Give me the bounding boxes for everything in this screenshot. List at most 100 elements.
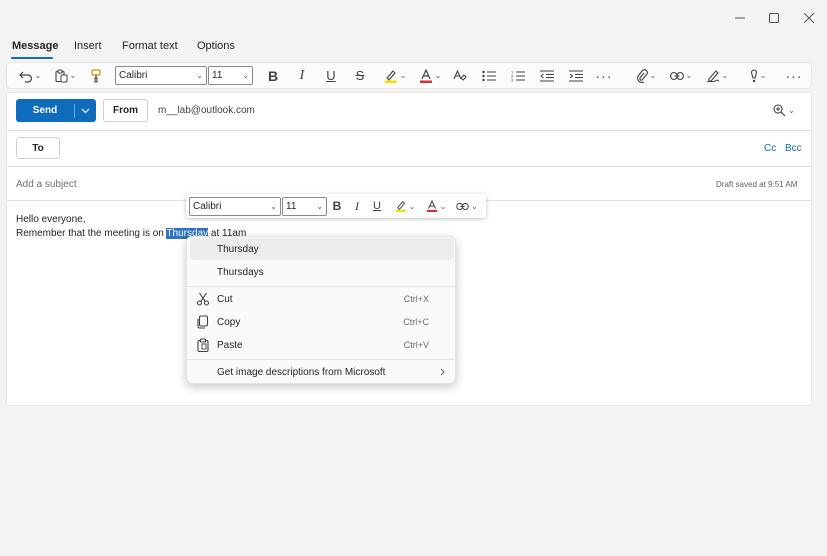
- chevron-down-icon: ⌄: [434, 71, 442, 80]
- numbering-button[interactable]: 123: [509, 63, 527, 88]
- paste-icon: [55, 69, 68, 82]
- chevron-down-icon: ⌄: [439, 201, 447, 211]
- chevron-right-icon: [440, 368, 445, 376]
- font-color-icon: [419, 68, 432, 83]
- tab-options[interactable]: Options: [197, 40, 235, 52]
- minimize-icon: [735, 17, 745, 19]
- menu-item-label: Thursday: [217, 243, 259, 255]
- font-size-value: 11: [212, 70, 223, 81]
- context-menu: Thursday Thursdays Cut Ctrl+X Copy Ctrl+…: [186, 236, 457, 384]
- underline-icon[interactable]: U: [369, 194, 385, 218]
- menu-item-label: Copy: [217, 316, 241, 328]
- italic-icon[interactable]: I: [349, 194, 365, 218]
- chevron-down-icon: ⌄: [242, 71, 249, 80]
- send-button[interactable]: Send: [16, 99, 96, 122]
- menu-divider: [187, 359, 457, 360]
- svg-text:3: 3: [511, 77, 514, 82]
- menu-item-paste[interactable]: Paste Ctrl+V: [187, 334, 457, 356]
- decrease-indent-button[interactable]: [538, 63, 556, 88]
- decrease-indent-icon: [540, 69, 554, 82]
- maximize-button[interactable]: [763, 8, 785, 28]
- bullets-button[interactable]: [480, 63, 498, 88]
- font-size-select[interactable]: 11 ⌄: [208, 66, 253, 85]
- font-color-button[interactable]: ⌄: [422, 194, 450, 218]
- highlight-button[interactable]: ⌄: [380, 63, 410, 88]
- signature-button[interactable]: ⌄: [702, 63, 732, 88]
- menu-item-image-descriptions[interactable]: Get image descriptions from Microsoft: [187, 361, 457, 383]
- mini-font-size-select[interactable]: 11 ⌄: [282, 197, 327, 216]
- chevron-down-icon: ⌄: [270, 202, 277, 211]
- attach-button[interactable]: ⌄: [631, 63, 661, 88]
- bold-icon[interactable]: B: [264, 63, 282, 88]
- menu-item-label: Paste: [217, 339, 243, 351]
- subject-input[interactable]: Add a subject: [16, 179, 77, 190]
- send-options-chevron[interactable]: [75, 108, 96, 114]
- mini-font-name-select[interactable]: Calibri ⌄: [189, 197, 281, 216]
- font-name-value: Calibri: [193, 201, 222, 212]
- bold-icon[interactable]: B: [329, 194, 345, 218]
- menu-item-copy[interactable]: Copy Ctrl+C: [187, 311, 457, 333]
- close-button[interactable]: [798, 8, 820, 28]
- font-color-button[interactable]: ⌄: [416, 63, 444, 88]
- ribbon-toolbar: ⌄ ⌄ Calibri ⌄ 11 ⌄ B I U S ⌄ ⌄ 123 ··· ⌄ ⌄…: [6, 62, 812, 89]
- link-icon: [456, 202, 469, 210]
- chevron-down-icon: ⌄: [399, 71, 407, 80]
- importance-icon: [750, 68, 757, 82]
- link-button[interactable]: ⌄: [453, 194, 481, 218]
- minimize-button[interactable]: [729, 8, 751, 28]
- scissors-icon: [196, 292, 210, 306]
- undo-button[interactable]: ⌄: [15, 63, 45, 88]
- highlight-button[interactable]: ⌄: [391, 194, 419, 218]
- strikethrough-icon[interactable]: S: [351, 63, 369, 88]
- chevron-down-icon: ⌄: [408, 201, 416, 211]
- clear-formatting-icon: [453, 69, 467, 81]
- chevron-down-icon: ⌄: [788, 105, 795, 115]
- format-painter-button[interactable]: [87, 63, 105, 88]
- more-icon[interactable]: ···: [595, 63, 613, 88]
- send-label: Send: [32, 105, 58, 116]
- underline-icon[interactable]: U: [322, 63, 340, 88]
- chevron-down-icon: ⌄: [34, 71, 42, 80]
- link-button[interactable]: ⌄: [666, 63, 696, 88]
- tab-format-text[interactable]: Format text: [122, 40, 178, 52]
- menu-item-label: Get image descriptions from Microsoft: [217, 366, 386, 378]
- tab-message[interactable]: Message: [12, 40, 58, 52]
- to-field[interactable]: [64, 139, 754, 159]
- font-name-value: Calibri: [119, 70, 148, 81]
- zoom-button[interactable]: ⌄: [771, 102, 797, 118]
- suggestion-thursdays[interactable]: Thursdays: [187, 261, 457, 283]
- italic-icon[interactable]: I: [293, 63, 311, 88]
- menu-item-label: Thursdays: [217, 266, 264, 278]
- chevron-down-icon: ⌄: [196, 71, 203, 80]
- chevron-down-icon: ⌄: [685, 71, 693, 80]
- chevron-down-icon: ⌄: [69, 71, 77, 80]
- divider: [7, 130, 811, 131]
- divider: [7, 166, 811, 167]
- chevron-down-icon: [81, 108, 90, 113]
- shortcut-text: Ctrl+V: [403, 340, 429, 350]
- cc-button[interactable]: Cc: [764, 143, 776, 154]
- copy-icon: [197, 315, 209, 329]
- menu-item-label: Cut: [217, 293, 233, 305]
- paste-button[interactable]: ⌄: [50, 63, 80, 88]
- close-icon: [804, 13, 814, 23]
- attach-icon: [636, 68, 648, 83]
- tab-insert[interactable]: Insert: [74, 40, 102, 52]
- body-line-1[interactable]: Hello everyone,: [16, 214, 85, 225]
- font-name-select[interactable]: Calibri ⌄: [115, 66, 207, 85]
- signature-icon: [706, 69, 719, 82]
- to-button[interactable]: To: [16, 137, 60, 159]
- highlight-icon: [384, 69, 397, 83]
- importance-button[interactable]: ⌄: [744, 63, 772, 88]
- from-button[interactable]: From: [103, 99, 148, 122]
- menu-item-cut[interactable]: Cut Ctrl+X: [187, 288, 457, 310]
- active-tab-indicator: [11, 57, 53, 59]
- increase-indent-button[interactable]: [567, 63, 585, 88]
- overflow-icon[interactable]: ···: [785, 63, 803, 88]
- clear-formatting-button[interactable]: [451, 63, 469, 88]
- shortcut-text: Ctrl+C: [403, 317, 429, 327]
- suggestion-thursday[interactable]: Thursday: [190, 238, 454, 260]
- shortcut-text: Ctrl+X: [403, 294, 429, 304]
- font-color-icon: [426, 200, 437, 212]
- bcc-button[interactable]: Bcc: [785, 143, 802, 154]
